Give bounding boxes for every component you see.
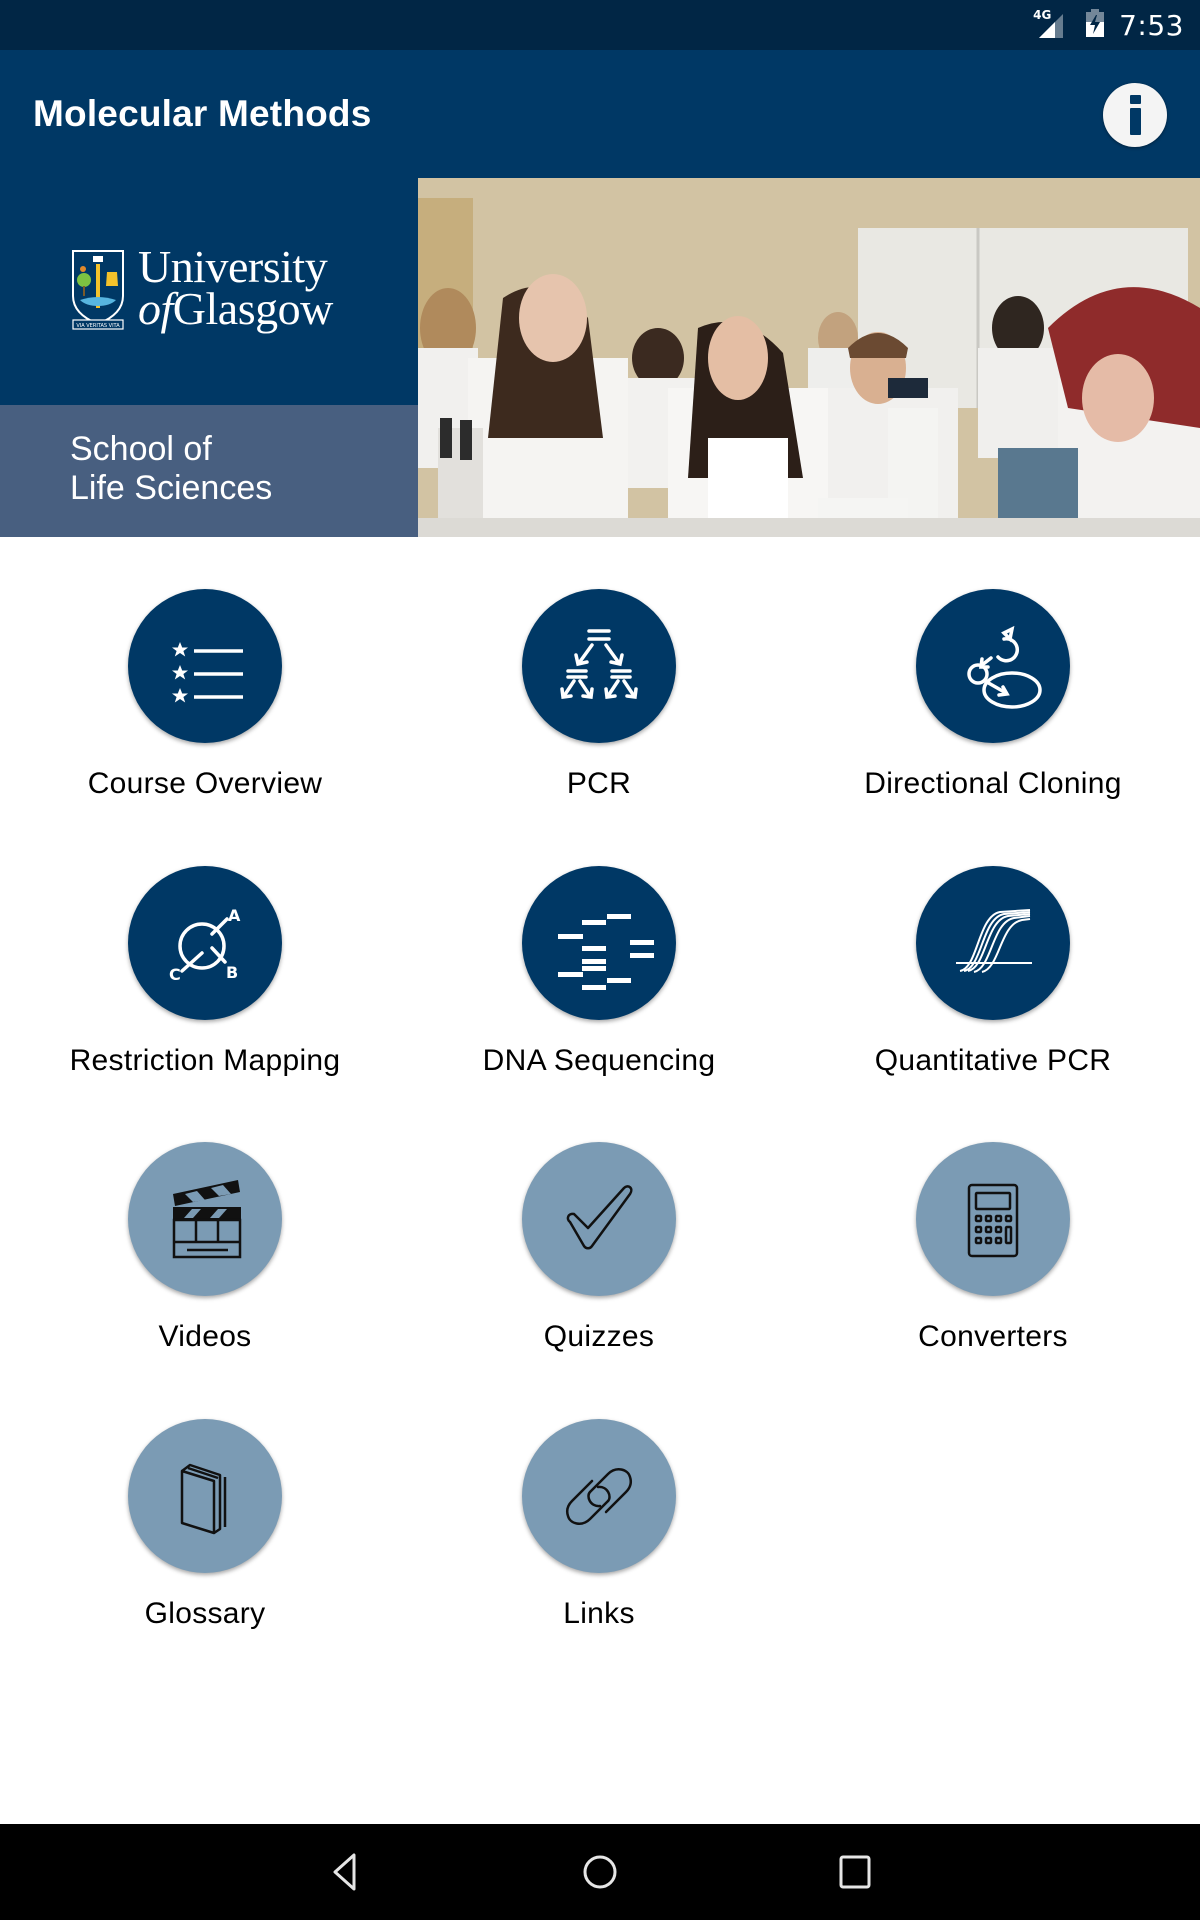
school-name-line2: Life Sciences (70, 469, 273, 507)
menu-item-directional-cloning[interactable]: Directional Cloning (813, 589, 1173, 839)
menu-item-label: Quantitative PCR (874, 1044, 1112, 1077)
cloning-icon (967, 625, 1042, 709)
battery-charging-icon (1085, 8, 1105, 43)
school-name-line1: School of (70, 430, 212, 468)
menu-item-icon-button[interactable] (128, 1419, 282, 1573)
checkmark-icon (566, 1185, 633, 1250)
app-title: Molecular Methods (33, 93, 372, 134)
menu-item-icon-button[interactable] (916, 866, 1070, 1020)
menu-item-icon-button[interactable] (916, 589, 1070, 743)
chain-link-icon (565, 1468, 633, 1525)
menu-item-icon-button[interactable] (522, 1142, 676, 1296)
menu-item-label: DNA Sequencing (482, 1044, 716, 1077)
menu-item-label: Quizzes (543, 1320, 655, 1353)
menu-item-label: Videos (158, 1320, 252, 1353)
menu-item-links[interactable]: Links (419, 1419, 779, 1669)
lab-photo (418, 178, 1200, 537)
home-button[interactable] (570, 1848, 630, 1896)
menu-item-icon-button[interactable]: A B C (128, 866, 282, 1020)
status-bar: 4G 7:53 (0, 0, 1200, 50)
menu-item-label: Converters (918, 1320, 1068, 1353)
app-bar: Molecular Methods (0, 50, 1200, 178)
book-icon (180, 1463, 227, 1535)
header-banner: VIA VERITAS VITA University ofGlasgow Sc… (0, 178, 1200, 537)
university-name-line2: ofGlasgow (138, 283, 333, 334)
menu-item-icon-button[interactable] (522, 589, 676, 743)
svg-text:C: C (169, 965, 181, 984)
home-icon (583, 1855, 617, 1889)
menu-item-restriction-mapping[interactable]: A B C Restriction Mapping (25, 866, 385, 1116)
menu-item-glossary[interactable]: Glossary (25, 1419, 385, 1669)
university-logo-panel: VIA VERITAS VITA University ofGlasgow (0, 178, 418, 405)
sequencing-gel-icon (558, 914, 654, 990)
menu-item-icon-button[interactable] (916, 1142, 1070, 1296)
recents-button[interactable] (825, 1848, 885, 1896)
recents-icon (839, 1855, 871, 1889)
amplification-curves-icon (956, 909, 1032, 973)
menu-item-icon-button[interactable] (522, 866, 676, 1020)
menu-item-course-overview[interactable]: Course Overview (25, 589, 385, 839)
menu-item-pcr[interactable]: PCR (419, 589, 779, 839)
info-button[interactable] (1103, 83, 1167, 147)
svg-text:A: A (228, 906, 241, 925)
menu-item-label: Directional Cloning (864, 767, 1122, 800)
clock: 7:53 (1119, 8, 1184, 42)
navigation-bar (0, 1824, 1200, 1920)
menu-item-label: Restriction Mapping (69, 1044, 341, 1077)
university-crest-icon: VIA VERITAS VITA (72, 250, 124, 330)
svg-text:B: B (226, 963, 238, 982)
starred-list-icon (172, 642, 243, 703)
menu-item-icon-button[interactable] (128, 1142, 282, 1296)
menu-item-label: PCR (566, 767, 632, 800)
svg-text:VIA VERITAS VITA: VIA VERITAS VITA (76, 323, 120, 329)
menu-item-quantitative-pcr[interactable]: Quantitative PCR (813, 866, 1173, 1116)
menu-item-label: Course Overview (87, 767, 323, 800)
restriction-map-icon: A B C (169, 906, 241, 984)
menu-item-label: Glossary (144, 1597, 266, 1630)
school-name-panel: School of Life Sciences (0, 405, 418, 537)
menu-item-icon-button[interactable] (128, 589, 282, 743)
menu-item-converters[interactable]: Converters (813, 1142, 1173, 1392)
network-type: 4G (1033, 8, 1052, 22)
back-button[interactable] (315, 1848, 375, 1896)
menu-item-icon-button[interactable] (522, 1419, 676, 1573)
menu-item-dna-sequencing[interactable]: DNA Sequencing (419, 866, 779, 1116)
menu-item-quizzes[interactable]: Quizzes (419, 1142, 779, 1392)
menu-item-label: Links (563, 1597, 635, 1630)
signal-icon: 4G (1033, 8, 1071, 40)
clapperboard-icon (172, 1180, 242, 1259)
pcr-amplification-icon (560, 629, 638, 699)
menu-item-videos[interactable]: Videos (25, 1142, 385, 1392)
status-icons: 4G 7:53 (1033, 0, 1184, 50)
back-icon (333, 1853, 356, 1891)
calculator-icon (967, 1183, 1019, 1258)
